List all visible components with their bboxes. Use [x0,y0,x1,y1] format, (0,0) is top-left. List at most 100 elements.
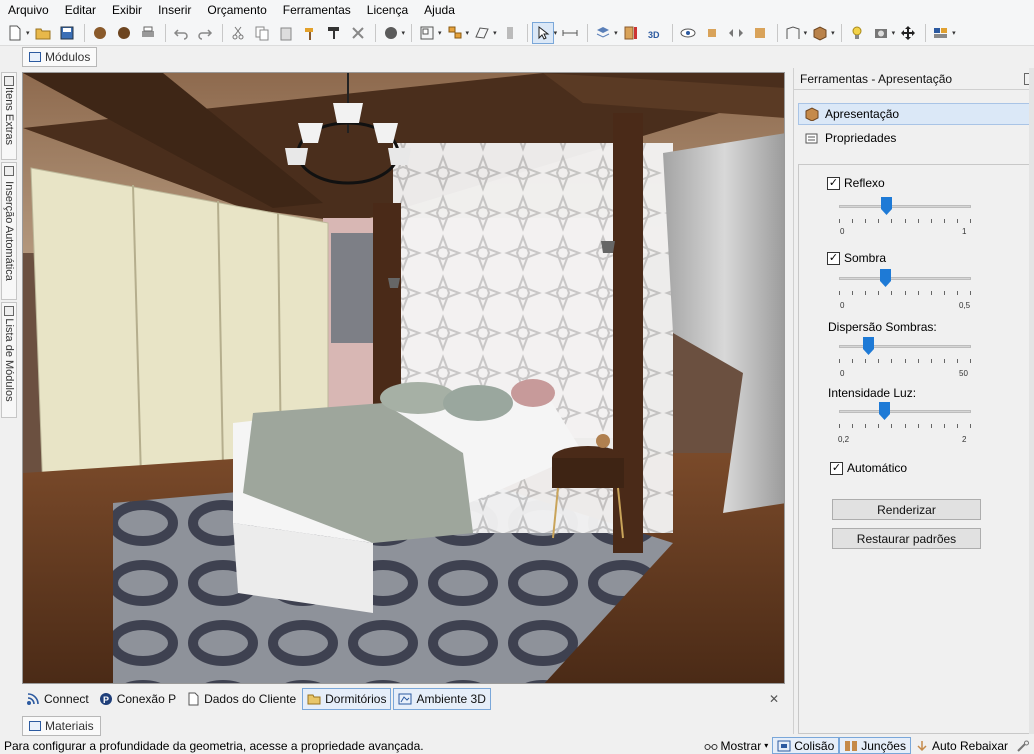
vtab-lista-modulos[interactable]: Lista de Módulos [1,302,17,418]
slider-thumb[interactable] [880,269,892,287]
wall-icon[interactable] [782,22,804,44]
eye-icon[interactable] [677,22,699,44]
dropdown-arrow-icon[interactable]: ▾ [493,29,497,37]
sombra-slider[interactable] [839,269,971,289]
rotate-icon[interactable] [701,22,723,44]
dropdown-arrow-icon[interactable]: ▾ [831,29,835,37]
tab-dormitorios-label: Dormitórios [325,692,387,706]
render-cube-alt-icon[interactable] [113,22,135,44]
status-message: Para configurar a profundidade da geomet… [4,738,424,753]
camera-icon[interactable] [870,22,892,44]
open-folder-button[interactable] [32,22,54,44]
mostrar-button[interactable]: Mostrar ▾ [700,737,773,754]
menu-exibir[interactable]: Exibir [104,0,150,20]
hammer-icon[interactable] [299,22,321,44]
elevation-icon[interactable] [620,22,642,44]
layers-icon[interactable] [592,22,614,44]
slider-thumb[interactable] [881,197,893,215]
tab-connect[interactable]: Connect [22,688,93,710]
auto-rebaixar-toggle[interactable]: Auto Rebaixar [911,737,1012,754]
menu-ajuda[interactable]: Ajuda [416,0,463,20]
menu-orcamento[interactable]: Orçamento [199,0,274,20]
redo-button[interactable] [194,22,216,44]
menu-inserir[interactable]: Inserir [150,0,199,20]
automatico-check-box[interactable]: ✓ [830,461,843,475]
new-file-button[interactable] [4,22,26,44]
paint-roller-icon[interactable] [323,22,345,44]
render-button[interactable]: Renderizar [832,499,981,520]
door-icon[interactable] [499,22,521,44]
dropdown-arrow-icon[interactable]: ▾ [26,29,30,37]
save-button[interactable] [56,22,78,44]
slider-thumb[interactable] [863,337,875,355]
dropdown-arrow-icon[interactable]: ▾ [614,29,618,37]
slider-tick [852,424,854,428]
move-icon[interactable] [897,22,919,44]
dropdown-arrow-icon[interactable]: ▾ [466,29,470,37]
tab-modulos[interactable]: Módulos [22,47,98,67]
dropdown-arrow-icon[interactable]: ▾ [952,29,956,37]
vtab-insercao-automatica[interactable]: Inserção Automática [1,162,17,300]
dropdown-arrow-icon[interactable]: ▾ [402,29,406,37]
sombra-ticks [839,291,971,295]
reflexo-slider[interactable] [839,197,971,217]
tab-dormitorios[interactable]: Dormitórios [302,688,392,710]
tab-materiais[interactable]: Materiais [22,716,101,736]
light-bulb-icon[interactable] [846,22,868,44]
intensidade-slider[interactable] [839,402,971,422]
juncoes-toggle[interactable]: Junções [839,737,911,754]
menu-bar: Arquivo Editar Exibir Inserir Orçamento … [0,0,1034,20]
copy-icon[interactable] [251,22,273,44]
group-icon[interactable] [444,22,466,44]
select-cursor-button[interactable] [531,21,554,44]
view-3d-icon[interactable]: 3D [644,22,666,44]
layout-icon[interactable] [416,22,438,44]
reflexo-check-box[interactable]: ✓ [827,176,840,190]
render-cube-icon[interactable] [89,22,111,44]
tab-dados-cliente[interactable]: Dados do Cliente [182,688,300,710]
menu-licenca[interactable]: Licença [359,0,416,20]
toolbar-separator [411,23,413,42]
tab-ambiente-3d[interactable]: Ambiente 3D [393,688,491,710]
object-icon[interactable] [749,22,771,44]
automatico-checkbox[interactable]: ✓ Automático [830,461,907,475]
restore-defaults-button[interactable]: Restaurar padrões [832,528,981,549]
dropdown-arrow-icon[interactable]: ▾ [892,29,896,37]
vtab-itens-extras[interactable]: Itens Extras [1,72,17,160]
dispersao-slider[interactable] [839,337,971,357]
slider-tick [904,291,906,295]
menu-editar[interactable]: Editar [57,0,104,20]
tab-propriedades[interactable]: Propriedades [798,127,1034,149]
currency-icon[interactable] [380,22,402,44]
paste-icon[interactable] [275,22,297,44]
viewport-3d[interactable] [22,72,785,684]
menu-arquivo[interactable]: Arquivo [0,0,57,20]
sombra-checkbox[interactable]: ✓ Sombra [827,251,886,265]
colisao-toggle[interactable]: Colisão [772,737,840,754]
undo-button[interactable] [170,22,192,44]
sombra-check-box[interactable]: ✓ [827,251,840,265]
tab-conexao-p[interactable]: P Conexão P [95,688,180,710]
intensidade-label: Intensidade Luz: [828,386,917,400]
resize-grip[interactable] [1012,737,1034,754]
slider-tick [943,291,945,295]
toolbar-separator [776,23,778,42]
cut-icon[interactable] [227,22,249,44]
slider-tick [943,424,945,428]
shape-icon[interactable] [471,22,493,44]
dropdown-arrow-icon[interactable]: ▾ [554,29,558,37]
dropdown-arrow-icon[interactable]: ▾ [438,29,442,37]
palette-icon[interactable] [930,22,952,44]
box-icon[interactable] [809,22,831,44]
status-bar: Para configurar a profundidade da geomet… [0,737,1034,754]
dimension-icon[interactable] [559,22,581,44]
menu-ferramentas[interactable]: Ferramentas [275,0,359,20]
dropdown-arrow-icon[interactable]: ▾ [804,29,808,37]
reflexo-checkbox[interactable]: ✓ Reflexo [827,176,885,190]
arrows-lr-icon[interactable] [725,22,747,44]
tab-apresentacao[interactable]: Apresentação [798,103,1034,125]
close-icon[interactable]: ✕ [769,692,779,706]
print-button[interactable] [137,22,159,44]
delete-icon[interactable] [347,22,369,44]
slider-thumb[interactable] [879,402,891,420]
